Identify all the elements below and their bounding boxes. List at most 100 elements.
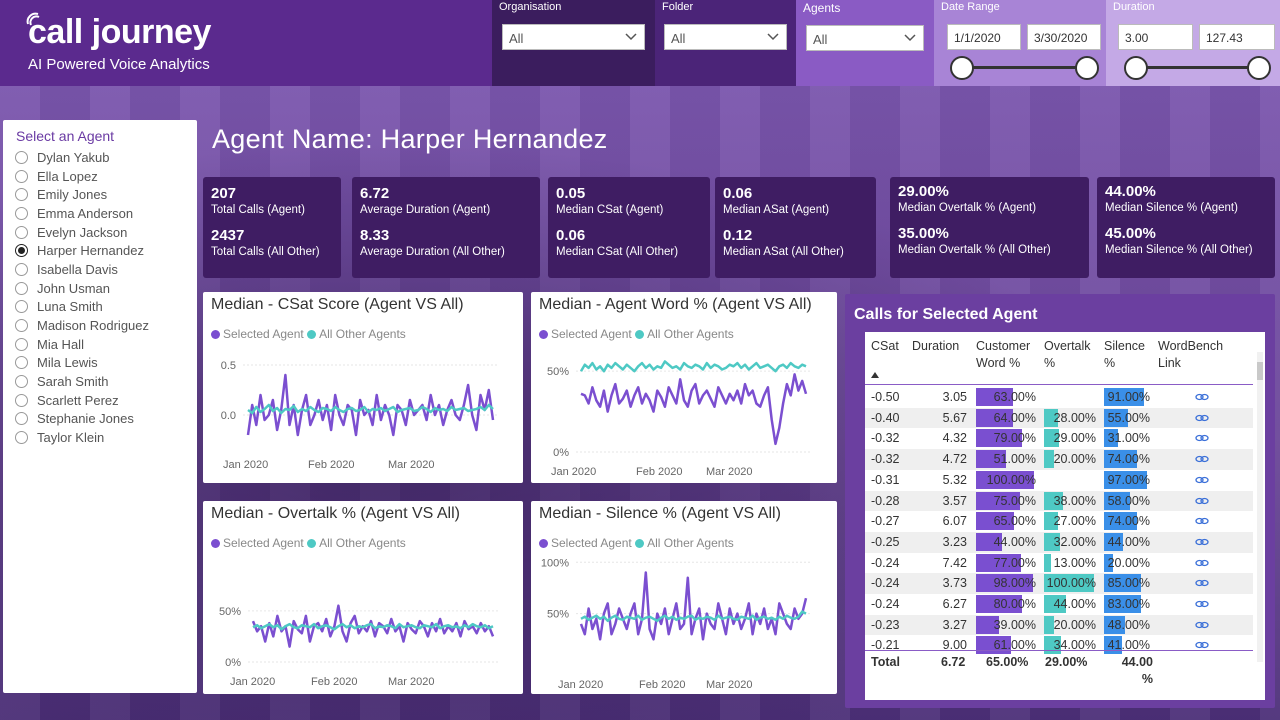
- radio-button[interactable]: [15, 319, 28, 333]
- date-slider-start-handle[interactable]: [950, 56, 974, 80]
- duration-slider-min-handle[interactable]: [1124, 56, 1148, 80]
- radio-button[interactable]: [15, 431, 28, 445]
- agent-option[interactable]: Dylan Yakub: [15, 148, 149, 167]
- column-header-silence[interactable]: Silence %: [1104, 338, 1152, 372]
- link-icon[interactable]: [1195, 474, 1209, 486]
- table-row[interactable]: -0.24 7.42 77.00% 13.00% 20.00%: [865, 553, 1253, 574]
- radio-button[interactable]: [15, 281, 28, 295]
- table-row[interactable]: -0.31 5.32 100.00% 97.00%: [865, 470, 1253, 491]
- radio-button[interactable]: [15, 300, 28, 314]
- table-row[interactable]: -0.40 5.67 64.00% 28.00% 55.00%: [865, 407, 1253, 429]
- agent-option-label: Harper Hernandez: [37, 243, 144, 259]
- radio-button[interactable]: [15, 393, 28, 407]
- table-scrollbar-thumb[interactable]: [1257, 362, 1263, 380]
- date-end-input[interactable]: 3/30/2020: [1027, 24, 1101, 50]
- cell-duration: 7.42: [942, 555, 967, 570]
- agent-option[interactable]: Madison Rodriguez: [15, 316, 149, 335]
- agent-option[interactable]: John Usman: [15, 279, 149, 298]
- agent-option[interactable]: Evelyn Jackson: [15, 223, 149, 242]
- radio-button[interactable]: [15, 262, 28, 276]
- folder-dropdown[interactable]: All: [664, 24, 787, 50]
- link-icon[interactable]: [1195, 453, 1209, 465]
- link-icon[interactable]: [1195, 391, 1209, 403]
- radio-button[interactable]: [15, 206, 28, 220]
- table-scrollbar[interactable]: [1257, 352, 1263, 662]
- series-line-all-other-agents[interactable]: [247, 403, 494, 415]
- series-line-all-other-agents[interactable]: [580, 610, 807, 623]
- radio-button[interactable]: [15, 412, 28, 426]
- column-header-csat[interactable]: CSat: [871, 338, 899, 355]
- cell-csat: -0.28: [871, 493, 900, 508]
- link-icon[interactable]: [1195, 515, 1209, 527]
- link-icon[interactable]: [1195, 577, 1209, 589]
- agents-dropdown[interactable]: All: [806, 25, 924, 51]
- kpi-spacer: [723, 217, 868, 227]
- radio-button[interactable]: [15, 375, 28, 389]
- agent-option[interactable]: Mila Lewis: [15, 354, 149, 373]
- cell-csat: -0.27: [871, 514, 900, 529]
- cell-duration: 5.67: [942, 410, 967, 425]
- table-row[interactable]: -0.32 4.32 79.00% 29.00% 31.00%: [865, 428, 1253, 449]
- date-start-input[interactable]: 1/1/2020: [947, 24, 1021, 50]
- x-tick-label: Feb 2020: [308, 459, 354, 471]
- duration-slider-track[interactable]: [1136, 66, 1262, 69]
- radio-button[interactable]: [15, 356, 28, 370]
- column-header-duration[interactable]: Duration: [912, 338, 959, 355]
- duration-slider-max-handle[interactable]: [1247, 56, 1271, 80]
- table-row[interactable]: -0.23 3.27 39.00% 20.00% 48.00%: [865, 614, 1253, 636]
- agent-option[interactable]: Isabella Davis: [15, 260, 149, 279]
- radio-button[interactable]: [15, 150, 28, 164]
- duration-min-input[interactable]: 3.00: [1118, 24, 1193, 50]
- table-row[interactable]: -0.21 9.00 61.00% 34.00% 41.00%: [865, 635, 1253, 656]
- radio-button[interactable]: [15, 244, 28, 258]
- agent-option[interactable]: Ella Lopez: [15, 167, 149, 186]
- agent-option[interactable]: Taylor Klein: [15, 428, 149, 447]
- table-row[interactable]: -0.32 4.72 51.00% 20.00% 74.00%: [865, 449, 1253, 470]
- csat-line-chart: 0.5 0.0 Jan 2020 Feb 2020 Mar 2020: [221, 360, 498, 471]
- column-header-customer-word[interactable]: Customer Word %: [976, 338, 1038, 372]
- series-line-selected-agent[interactable]: [246, 373, 495, 437]
- table-row[interactable]: -0.28 3.57 75.00% 38.00% 58.00%: [865, 490, 1253, 512]
- series-line-all-other-agents[interactable]: [579, 360, 807, 373]
- link-icon[interactable]: [1195, 536, 1209, 548]
- agent-option-label: Isabella Davis: [37, 261, 118, 277]
- agent-option[interactable]: Emily Jones: [15, 185, 149, 204]
- table-row[interactable]: -0.25 3.23 44.00% 32.00% 44.00%: [865, 531, 1253, 553]
- radio-button[interactable]: [15, 169, 28, 183]
- date-slider-end-handle[interactable]: [1075, 56, 1099, 80]
- link-icon[interactable]: [1195, 557, 1209, 569]
- radio-button[interactable]: [15, 225, 28, 239]
- agent-option[interactable]: Luna Smith: [15, 298, 149, 317]
- link-icon[interactable]: [1195, 412, 1209, 424]
- radio-button[interactable]: [15, 337, 28, 351]
- agent-option[interactable]: Sarah Smith: [15, 372, 149, 391]
- date-slider-track[interactable]: [962, 66, 1088, 69]
- radio-button[interactable]: [15, 188, 28, 202]
- table-row[interactable]: -0.24 6.27 80.00% 44.00% 83.00%: [865, 594, 1253, 615]
- x-tick-label: Mar 2020: [388, 676, 434, 688]
- table-row[interactable]: -0.50 3.05 63.00% 91.00%: [865, 387, 1253, 408]
- cell-silence: 83.00%: [1107, 597, 1150, 611]
- column-header-overtalk[interactable]: Overtalk %: [1044, 338, 1098, 372]
- kpi-agent-label: Median Silence % (Agent): [1105, 202, 1238, 214]
- agent-option[interactable]: Emma Anderson: [15, 204, 149, 223]
- agent-option[interactable]: Mia Hall: [15, 335, 149, 354]
- agent-option[interactable]: Harper Hernandez: [15, 241, 149, 260]
- agent-option[interactable]: Scarlett Perez: [15, 391, 149, 410]
- table-row[interactable]: -0.24 3.73 98.00% 100.00% 85.00%: [865, 573, 1253, 594]
- kpi-others-label: Median CSat (All Other): [556, 246, 679, 258]
- agent-option[interactable]: Stephanie Jones: [15, 410, 149, 429]
- link-icon[interactable]: [1195, 495, 1209, 507]
- duration-max-input[interactable]: 127.43: [1199, 24, 1275, 50]
- column-header-wordbench-link[interactable]: WordBench Link: [1158, 338, 1234, 372]
- cell-csat: -0.23: [871, 617, 900, 632]
- organisation-dropdown[interactable]: All: [502, 24, 645, 50]
- link-icon[interactable]: [1195, 598, 1209, 610]
- y-tick-label: 50%: [547, 609, 569, 621]
- series-line-selected-agent[interactable]: [579, 571, 808, 641]
- table-row[interactable]: -0.27 6.07 65.00% 27.00% 74.00%: [865, 511, 1253, 532]
- series-line-selected-agent[interactable]: [580, 373, 808, 446]
- link-icon[interactable]: [1195, 619, 1209, 631]
- link-icon[interactable]: [1195, 432, 1209, 444]
- filter-duration: Duration 3.00 127.43: [1106, 0, 1280, 86]
